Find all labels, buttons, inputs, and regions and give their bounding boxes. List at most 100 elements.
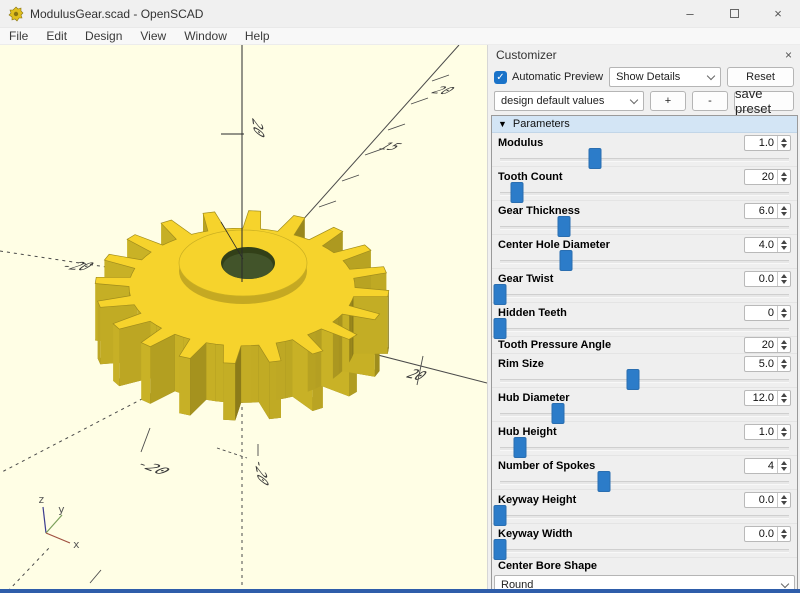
slider-handle[interactable] (551, 403, 564, 424)
parameter-slider[interactable] (492, 323, 797, 336)
parameter-spinbox[interactable]: 4.0 (744, 237, 791, 253)
slider-track[interactable] (500, 379, 789, 383)
3d-viewport[interactable]: 20 15 20 -20 20 -20 -20 z y x (0, 45, 487, 593)
spinner-arrows-icon[interactable] (777, 459, 790, 473)
slider-handle[interactable] (494, 539, 507, 560)
menu-edit[interactable]: Edit (37, 29, 76, 43)
spin-up-icon[interactable] (781, 308, 787, 312)
menu-window[interactable]: Window (175, 29, 236, 43)
parameter-slider[interactable] (492, 442, 797, 455)
parameter-slider[interactable] (492, 153, 797, 166)
slider-handle[interactable] (494, 284, 507, 305)
slider-handle[interactable] (514, 437, 527, 458)
save-preset-button[interactable]: save preset (734, 91, 794, 111)
spinner-arrows-icon[interactable] (777, 391, 790, 405)
spinner-arrows-icon[interactable] (777, 136, 790, 150)
spinner-arrows-icon[interactable] (777, 357, 790, 371)
spinner-arrows-icon[interactable] (777, 527, 790, 541)
menu-view[interactable]: View (131, 29, 175, 43)
parameter-spinbox[interactable]: 4 (744, 458, 791, 474)
parameter-spinbox[interactable]: 0.0 (744, 492, 791, 508)
parameter-spinbox[interactable]: 12.0 (744, 390, 791, 406)
spinner-arrows-icon[interactable] (777, 272, 790, 286)
remove-preset-button[interactable]: - (692, 91, 728, 111)
slider-handle[interactable] (557, 216, 570, 237)
spinner-arrows-icon[interactable] (777, 204, 790, 218)
spin-down-icon[interactable] (781, 399, 787, 403)
spin-down-icon[interactable] (781, 433, 787, 437)
automatic-preview-checkbox[interactable]: ✓ Automatic Preview (494, 71, 603, 84)
spin-down-icon[interactable] (781, 246, 787, 250)
slider-track[interactable] (500, 158, 789, 162)
slider-track[interactable] (500, 192, 789, 196)
spin-up-icon[interactable] (781, 461, 787, 465)
reset-button[interactable]: Reset (727, 67, 794, 87)
parameter-spinbox[interactable]: 5.0 (744, 356, 791, 372)
spin-down-icon[interactable] (781, 535, 787, 539)
slider-track[interactable] (500, 413, 789, 417)
spinner-arrows-icon[interactable] (777, 425, 790, 439)
minimize-button[interactable]: – (668, 0, 712, 27)
slider-track[interactable] (500, 226, 789, 230)
parameter-spinbox[interactable]: 1.0 (744, 135, 791, 151)
slider-track[interactable] (500, 481, 789, 485)
slider-handle[interactable] (494, 505, 507, 526)
customizer-close-icon[interactable]: × (785, 48, 792, 62)
spin-up-icon[interactable] (781, 138, 787, 142)
spin-down-icon[interactable] (781, 467, 787, 471)
spin-down-icon[interactable] (781, 280, 787, 284)
parameter-spinbox[interactable]: 0 (744, 305, 791, 321)
parameter-slider[interactable] (492, 510, 797, 523)
slider-track[interactable] (500, 549, 789, 553)
spinner-arrows-icon[interactable] (777, 338, 790, 352)
spin-down-icon[interactable] (781, 178, 787, 182)
menu-design[interactable]: Design (76, 29, 131, 43)
parameters-scroll-area[interactable]: ▼ Parameters Modulus 1.0 Tooth Count (491, 115, 798, 593)
spin-down-icon[interactable] (781, 144, 787, 148)
maximize-button[interactable] (712, 0, 756, 27)
spin-down-icon[interactable] (781, 314, 787, 318)
menu-file[interactable]: File (0, 29, 37, 43)
spin-down-icon[interactable] (781, 346, 787, 350)
spin-down-icon[interactable] (781, 501, 787, 505)
spinner-arrows-icon[interactable] (777, 170, 790, 184)
spin-up-icon[interactable] (781, 172, 787, 176)
parameter-slider[interactable] (492, 255, 797, 268)
parameter-spinbox[interactable]: 6.0 (744, 203, 791, 219)
spin-down-icon[interactable] (781, 365, 787, 369)
preset-select[interactable]: design default values (494, 91, 644, 111)
spin-up-icon[interactable] (781, 495, 787, 499)
detail-level-select[interactable]: Show Details (609, 67, 721, 87)
parameter-slider[interactable] (492, 374, 797, 387)
parameter-spinbox[interactable]: 0.0 (744, 271, 791, 287)
parameter-spinbox[interactable]: 0.0 (744, 526, 791, 542)
slider-handle[interactable] (511, 182, 524, 203)
parameter-spinbox[interactable]: 20 (744, 169, 791, 185)
spin-up-icon[interactable] (781, 206, 787, 210)
parameters-group-header[interactable]: ▼ Parameters (492, 116, 797, 133)
slider-handle[interactable] (589, 148, 602, 169)
spin-up-icon[interactable] (781, 529, 787, 533)
slider-handle[interactable] (560, 250, 573, 271)
spinner-arrows-icon[interactable] (777, 493, 790, 507)
parameter-spinbox[interactable]: 1.0 (744, 424, 791, 440)
parameter-spinbox[interactable]: 20 (744, 337, 791, 353)
slider-track[interactable] (500, 294, 789, 298)
spin-up-icon[interactable] (781, 274, 787, 278)
slider-handle[interactable] (494, 318, 507, 339)
spin-up-icon[interactable] (781, 427, 787, 431)
spin-up-icon[interactable] (781, 393, 787, 397)
slider-track[interactable] (500, 328, 789, 332)
parameter-slider[interactable] (492, 408, 797, 421)
slider-track[interactable] (500, 447, 789, 451)
slider-handle[interactable] (598, 471, 611, 492)
slider-track[interactable] (500, 515, 789, 519)
spin-up-icon[interactable] (781, 359, 787, 363)
parameter-slider[interactable] (492, 187, 797, 200)
spin-up-icon[interactable] (781, 340, 787, 344)
spin-up-icon[interactable] (781, 240, 787, 244)
slider-handle[interactable] (626, 369, 639, 390)
viewport-canvas[interactable]: 20 15 20 -20 20 -20 -20 z y x (0, 45, 487, 593)
close-button[interactable]: × (756, 0, 800, 27)
menu-help[interactable]: Help (236, 29, 279, 43)
